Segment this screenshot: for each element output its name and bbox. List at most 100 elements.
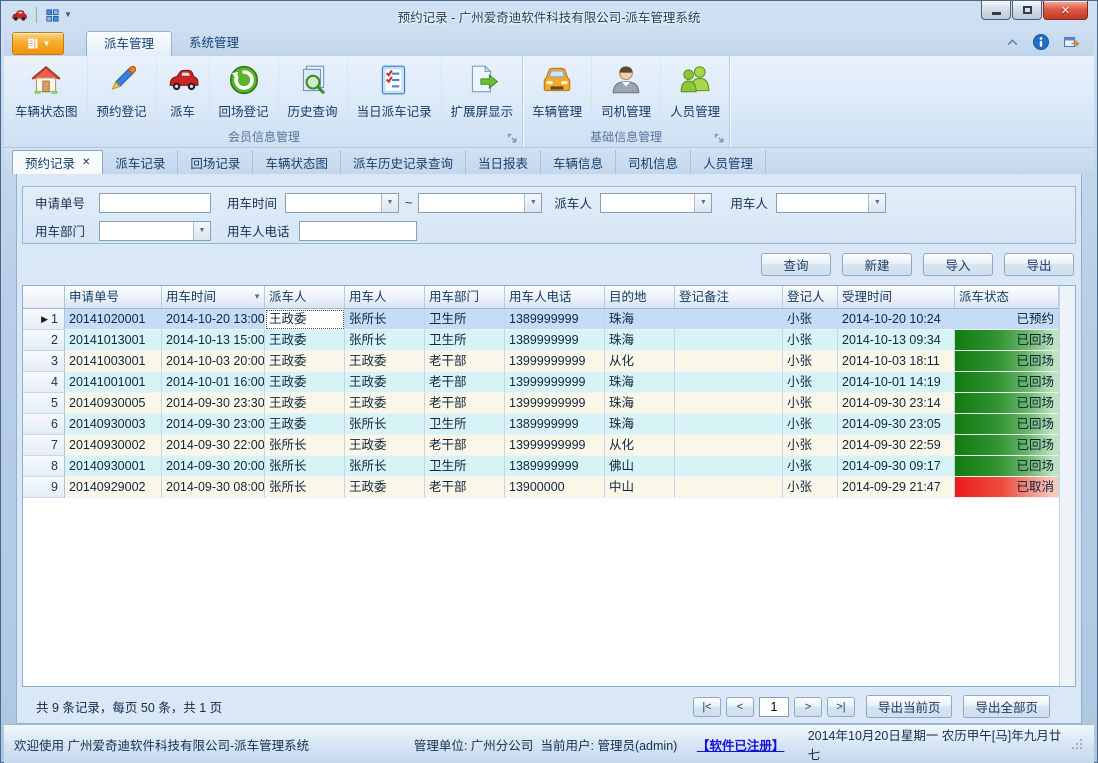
cell[interactable]: 2014-10-01 16:00 xyxy=(162,372,265,393)
cell[interactable]: 2014-09-30 23:30 xyxy=(162,393,265,414)
table-row[interactable]: 7201409300022014-09-30 22:00张所长王政委老干部139… xyxy=(23,435,1075,456)
cell[interactable]: 20141001001 xyxy=(65,372,162,393)
close-button[interactable]: ✕ xyxy=(1043,1,1088,20)
application-menu-button[interactable]: ▼ xyxy=(12,32,64,55)
cell[interactable]: 1389999999 xyxy=(505,414,605,435)
cell[interactable]: 从化 xyxy=(605,351,675,372)
cell[interactable]: 2014-10-01 14:19 xyxy=(838,372,955,393)
export-button[interactable]: 导出 xyxy=(1004,253,1074,276)
cell[interactable]: 张所长 xyxy=(265,456,345,477)
last-page-button[interactable]: >| xyxy=(827,697,855,717)
status-cell[interactable]: 已回场 xyxy=(955,435,1059,456)
dept-combo[interactable]: ▼ xyxy=(99,221,211,241)
cell[interactable]: 王政委 xyxy=(265,330,345,351)
doc-tab-回场记录[interactable]: 回场记录 xyxy=(178,150,253,174)
cell[interactable]: 珠海 xyxy=(605,372,675,393)
cell[interactable] xyxy=(675,477,783,498)
cell[interactable]: 王政委 xyxy=(265,393,345,414)
column-header-登记人[interactable]: 登记人 xyxy=(783,286,838,309)
cell[interactable]: 2014-10-03 20:00 xyxy=(162,351,265,372)
export-all-pages-button[interactable]: 导出全部页 xyxy=(963,695,1050,718)
cell[interactable]: 小张 xyxy=(783,330,838,351)
status-cell[interactable]: 已回场 xyxy=(955,372,1059,393)
cell[interactable]: 2014-09-30 09:17 xyxy=(838,456,955,477)
cell[interactable]: 小张 xyxy=(783,456,838,477)
cell[interactable]: 王政委 xyxy=(345,393,425,414)
status-cell[interactable]: 已取消 xyxy=(955,477,1059,498)
info-icon[interactable] xyxy=(1033,34,1049,50)
status-cell[interactable]: 已回场 xyxy=(955,456,1059,477)
column-header-用车部门[interactable]: 用车部门 xyxy=(425,286,505,309)
column-header-派车状态[interactable]: 派车状态 xyxy=(955,286,1059,309)
cell[interactable]: 老干部 xyxy=(425,351,505,372)
cell[interactable]: 卫生所 xyxy=(425,309,505,330)
cell[interactable]: 卫生所 xyxy=(425,456,505,477)
table-row[interactable]: ▶1201410200012014-10-20 13:00王政委张所长卫生所13… xyxy=(23,309,1075,330)
query-button[interactable]: 查询 xyxy=(761,253,831,276)
ribbon-button-人员管理[interactable]: 人员管理 xyxy=(661,58,729,129)
cell[interactable]: 珠海 xyxy=(605,393,675,414)
doc-tab-派车历史记录查询[interactable]: 派车历史记录查询 xyxy=(341,150,466,174)
cell[interactable]: 2014-09-30 23:14 xyxy=(838,393,955,414)
table-row[interactable]: 4201410010012014-10-01 16:00王政委王政委老干部139… xyxy=(23,372,1075,393)
cell[interactable]: 2014-10-13 15:00 xyxy=(162,330,265,351)
title-bar[interactable]: ▼ 预约记录 - 广州爱奇迪软件科技有限公司-派车管理系统 ✕ xyxy=(4,1,1094,29)
chevron-down-icon[interactable]: ▼ xyxy=(694,194,711,212)
chevron-up-icon[interactable] xyxy=(1006,38,1019,47)
ribbon-button-当日派车记录[interactable]: 当日派车记录 xyxy=(348,58,442,129)
cell[interactable] xyxy=(675,351,783,372)
cell[interactable]: 20140930002 xyxy=(65,435,162,456)
cell[interactable]: 20140930003 xyxy=(65,414,162,435)
prev-page-button[interactable]: < xyxy=(726,697,754,717)
cell[interactable]: 王政委 xyxy=(265,414,345,435)
cell[interactable]: 老干部 xyxy=(425,435,505,456)
ribbon-button-扩展屏显示[interactable]: 扩展屏显示 xyxy=(442,58,523,129)
cell[interactable]: 2014-09-30 20:00 xyxy=(162,456,265,477)
cell[interactable] xyxy=(675,414,783,435)
table-row[interactable]: 3201410030012014-10-03 20:00王政委王政委老干部139… xyxy=(23,351,1075,372)
grid-icon[interactable] xyxy=(45,8,60,23)
cell[interactable]: 2014-10-03 18:11 xyxy=(838,351,955,372)
cell[interactable] xyxy=(675,372,783,393)
cell[interactable]: 卫生所 xyxy=(425,414,505,435)
minimize-button[interactable] xyxy=(981,1,1011,20)
cell[interactable]: 小张 xyxy=(783,414,838,435)
dispatcher-combo[interactable]: ▼ xyxy=(600,193,712,213)
cell[interactable]: 卫生所 xyxy=(425,330,505,351)
close-tab-icon[interactable]: ✕ xyxy=(82,157,90,168)
use-time-to-combo[interactable]: ▼ xyxy=(418,193,542,213)
cell[interactable]: 王政委 xyxy=(345,435,425,456)
doc-tab-预约记录[interactable]: 预约记录✕ xyxy=(12,150,103,174)
cell[interactable]: 张所长 xyxy=(345,309,425,330)
cell[interactable]: 珠海 xyxy=(605,309,675,330)
cell[interactable] xyxy=(675,435,783,456)
registered-link[interactable]: 【软件已注册】 xyxy=(697,735,808,754)
cell[interactable]: 1389999999 xyxy=(505,330,605,351)
ribbon-button-回场登记[interactable]: 回场登记 xyxy=(210,58,279,129)
status-cell[interactable]: 已回场 xyxy=(955,414,1059,435)
cell[interactable]: 13999999999 xyxy=(505,351,605,372)
ribbon-button-历史查询[interactable]: 历史查询 xyxy=(279,58,348,129)
page-number-input[interactable] xyxy=(759,697,789,717)
switch-window-icon[interactable] xyxy=(1063,34,1080,50)
table-row[interactable]: 6201409300032014-09-30 23:00王政委张所长卫生所138… xyxy=(23,414,1075,435)
cell[interactable]: 从化 xyxy=(605,435,675,456)
cell[interactable]: 20141013001 xyxy=(65,330,162,351)
cell[interactable]: 王政委 xyxy=(345,477,425,498)
table-row[interactable]: 2201410130012014-10-13 15:00王政委张所长卫生所138… xyxy=(23,330,1075,351)
cell[interactable]: 13999999999 xyxy=(505,435,605,456)
cell[interactable]: 20141020001 xyxy=(65,309,162,330)
doc-tab-派车记录[interactable]: 派车记录 xyxy=(103,150,178,174)
car-user-combo[interactable]: ▼ xyxy=(776,193,886,213)
doc-tab-人员管理[interactable]: 人员管理 xyxy=(691,150,766,174)
cell[interactable]: 2014-10-20 13:00 xyxy=(162,309,265,330)
cell[interactable]: 2014-09-30 23:00 xyxy=(162,414,265,435)
doc-tab-车辆状态图[interactable]: 车辆状态图 xyxy=(253,150,341,174)
chevron-down-icon[interactable]: ▼ xyxy=(524,194,541,212)
cell[interactable] xyxy=(675,309,783,330)
doc-tab-当日报表[interactable]: 当日报表 xyxy=(466,150,541,174)
cell[interactable]: 20140929002 xyxy=(65,477,162,498)
dialog-launcher-icon[interactable] xyxy=(714,132,725,143)
doc-tab-司机信息[interactable]: 司机信息 xyxy=(616,150,691,174)
app-no-input[interactable] xyxy=(99,193,211,213)
